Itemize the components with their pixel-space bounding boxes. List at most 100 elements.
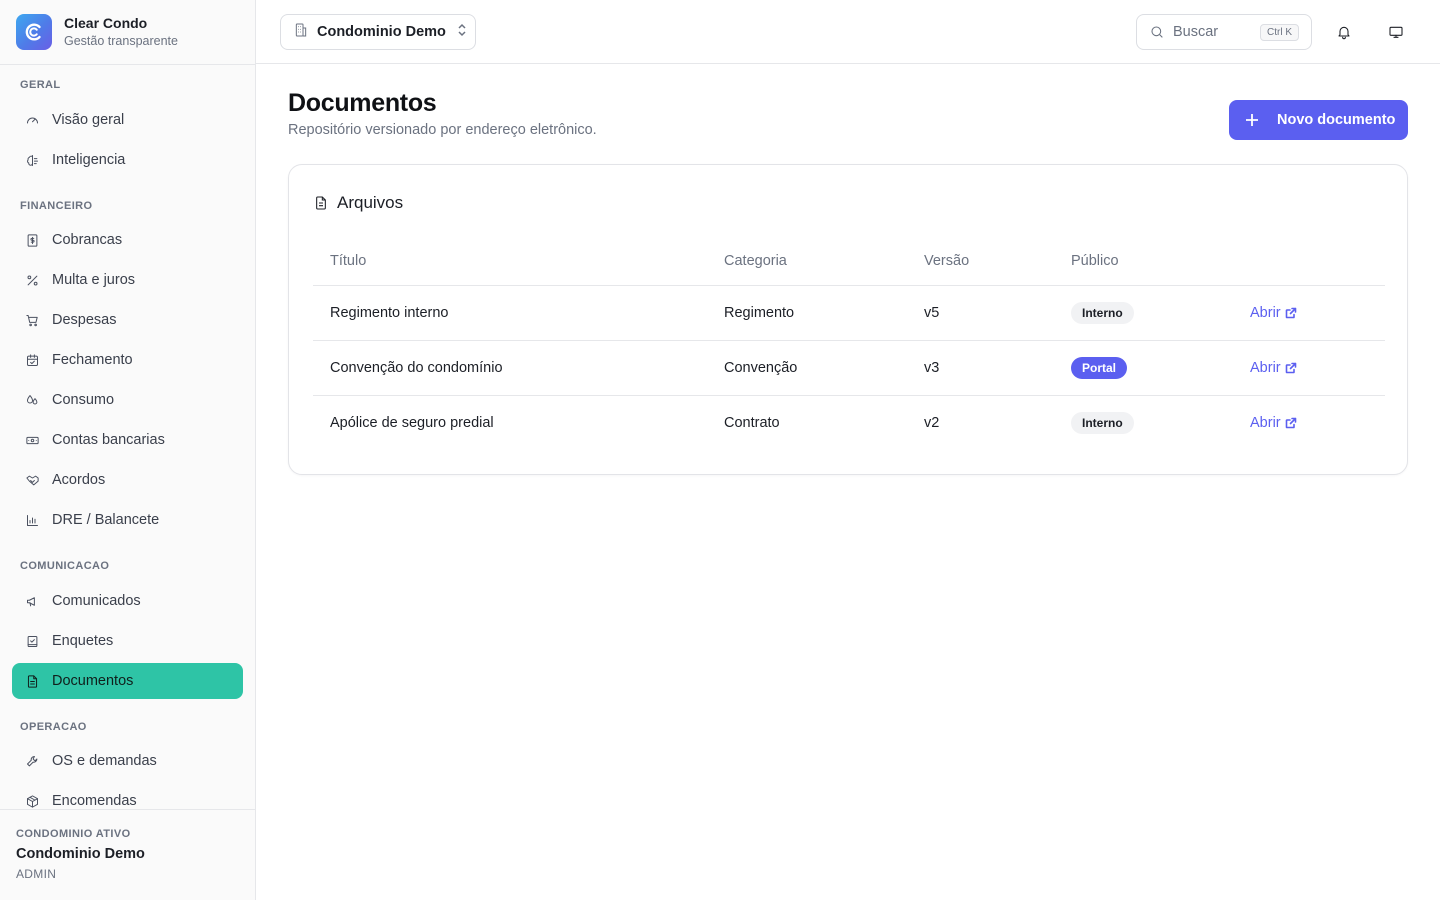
sidebar-item-label: Consumo	[52, 392, 115, 408]
open-document-link[interactable]: Abrir	[1250, 305, 1297, 321]
sidebar-item-acordos[interactable]: Acordos	[12, 462, 243, 498]
sidebar-item-label: Inteligencia	[52, 152, 126, 168]
vote-icon	[24, 633, 40, 649]
section-label-comunicacao: COMUNICACAO	[20, 560, 110, 572]
active-condo-name: Condominio Demo	[16, 846, 145, 862]
row-category: Convenção	[724, 360, 798, 376]
handshake-icon	[24, 472, 40, 488]
search-icon	[1151, 26, 1163, 38]
package-icon	[24, 793, 40, 809]
sidebar-item-os-demandas[interactable]: OS e demandas	[12, 743, 243, 779]
sidebar-item-label: OS e demandas	[52, 753, 157, 769]
card-header: Arquivos	[313, 193, 403, 213]
building-icon	[293, 22, 309, 43]
external-link-icon	[1285, 417, 1296, 429]
page-subtitle: Repositório versionado por endereço elet…	[288, 122, 597, 138]
open-document-link[interactable]: Abrir	[1250, 360, 1297, 376]
sidebar-item-label: Despesas	[52, 312, 117, 328]
row-title: Convenção do condomínio	[330, 360, 503, 376]
row-title: Apólice de seguro predial	[330, 415, 494, 431]
row-title: Regimento interno	[330, 305, 449, 321]
visibility-badge: Interno	[1071, 302, 1134, 324]
monitor-icon	[1389, 26, 1403, 38]
sidebar-item-comunicados[interactable]: Comunicados	[12, 583, 243, 619]
open-link-label: Abrir	[1250, 415, 1281, 431]
bell-icon	[1338, 26, 1350, 40]
sidebar-item-label: Fechamento	[52, 352, 133, 368]
row-category: Contrato	[724, 415, 780, 431]
condo-selector[interactable]: Condominio Demo	[280, 14, 476, 50]
section-label-geral: GERAL	[20, 79, 61, 91]
sidebar-item-cobrancas[interactable]: Cobrancas	[12, 222, 243, 258]
external-link-icon	[1285, 362, 1296, 374]
search-shortcut-hint: Ctrl K	[1260, 24, 1299, 41]
brand[interactable]: Clear Condo Gestão transparente	[0, 0, 255, 65]
megaphone-icon	[24, 593, 40, 609]
sidebar-item-label: DRE / Balancete	[52, 512, 160, 528]
external-link-icon	[1285, 307, 1296, 319]
calendar-check-icon	[24, 352, 40, 368]
gauge-icon	[24, 112, 40, 128]
sidebar-item-multa-juros[interactable]: Multa e juros	[12, 262, 243, 298]
section-label-operacao: OPERACAO	[20, 721, 87, 733]
column-header-categoria: Categoria	[724, 253, 787, 269]
sidebar-item-label: Visão geral	[52, 112, 125, 128]
new-document-label: Novo documento	[1277, 112, 1396, 128]
file-text-icon	[316, 196, 326, 210]
sidebar-item-label: Acordos	[52, 472, 106, 488]
sidebar-item-label: Encomendas	[52, 793, 137, 809]
sidebar-item-documentos[interactable]: Documentos	[12, 663, 243, 699]
open-link-label: Abrir	[1250, 360, 1281, 376]
banknote-icon	[24, 432, 40, 448]
open-link-label: Abrir	[1250, 305, 1281, 321]
row-version: v3	[924, 360, 940, 376]
column-header-titulo: Título	[330, 253, 367, 269]
file-text-icon	[24, 673, 40, 689]
new-document-button[interactable]: Novo documento	[1229, 100, 1408, 140]
receipt-dollar-icon	[24, 232, 40, 248]
row-version: v2	[924, 415, 940, 431]
sidebar-item-label: Documentos	[52, 673, 134, 689]
sidebar-item-inteligencia[interactable]: Inteligencia	[12, 142, 243, 178]
chevrons-up-down-icon	[456, 23, 468, 42]
user-role: ADMIN	[16, 867, 57, 881]
files-card: Arquivos Título Categoria Versão Público…	[288, 164, 1408, 475]
divider	[313, 285, 1385, 286]
sidebar-item-label: Contas bancarias	[52, 432, 165, 448]
sidebar-item-despesas[interactable]: Despesas	[12, 302, 243, 338]
column-header-versao: Versão	[924, 253, 970, 269]
topbar: Condominio Demo Buscar Ctrl K	[256, 0, 1440, 64]
plus-icon	[1246, 114, 1258, 126]
sidebar-nav: GERAL Visão geral Inteligencia FINANCEIR…	[0, 65, 255, 809]
brand-tagline: Gestão transparente	[64, 34, 178, 48]
brain-icon	[24, 152, 40, 168]
page-title: Documentos	[288, 89, 437, 117]
row-version: v5	[924, 305, 940, 321]
divider	[313, 395, 1385, 396]
active-condo-panel: CONDOMINIO ATIVO Condominio Demo ADMIN	[0, 809, 255, 900]
search-placeholder: Buscar	[1173, 24, 1219, 40]
sidebar-item-label: Cobrancas	[52, 232, 123, 248]
row-category: Regimento	[724, 305, 795, 321]
sidebar-item-fechamento[interactable]: Fechamento	[12, 342, 243, 378]
search-input[interactable]: Buscar Ctrl K	[1136, 14, 1312, 50]
visibility-badge: Portal	[1071, 357, 1128, 379]
sidebar-item-consumo[interactable]: Consumo	[12, 382, 243, 418]
active-condo-label: CONDOMINIO ATIVO	[16, 828, 131, 840]
sidebar-item-dre-balancete[interactable]: DRE / Balancete	[12, 502, 243, 538]
notifications-button[interactable]	[1326, 14, 1362, 50]
sidebar-item-label: Comunicados	[52, 593, 141, 609]
droplets-icon	[24, 392, 40, 408]
section-label-financeiro: FINANCEIRO	[20, 200, 93, 212]
sidebar-item-enquetes[interactable]: Enquetes	[12, 623, 243, 659]
bar-chart-icon	[24, 512, 40, 528]
sidebar-item-encomendas[interactable]: Encomendas	[12, 783, 243, 809]
sidebar-item-visao-geral[interactable]: Visão geral	[12, 102, 243, 138]
sidebar: Clear Condo Gestão transparente GERAL Vi…	[0, 0, 256, 900]
sidebar-item-contas-bancarias[interactable]: Contas bancarias	[12, 422, 243, 458]
open-document-link[interactable]: Abrir	[1250, 415, 1297, 431]
display-mode-button[interactable]	[1378, 14, 1414, 50]
condo-selector-label: Condominio Demo	[317, 24, 446, 40]
visibility-badge: Interno	[1071, 412, 1134, 434]
sidebar-item-label: Multa e juros	[52, 272, 136, 288]
